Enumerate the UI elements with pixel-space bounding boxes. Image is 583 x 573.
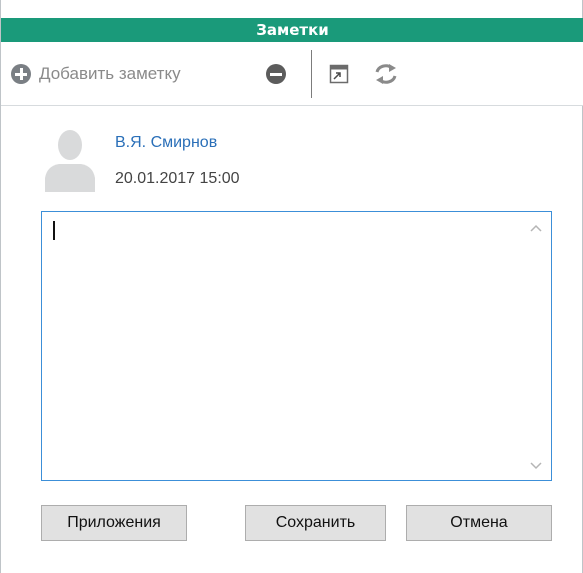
author-name-link[interactable]: В.Я. Смирнов — [115, 134, 217, 152]
text-caret — [53, 221, 55, 240]
note-textarea[interactable] — [42, 212, 520, 480]
remove-note-button[interactable] — [266, 64, 286, 88]
expand-window-icon — [329, 64, 349, 84]
refresh-button[interactable] — [373, 62, 399, 90]
save-button[interactable]: Сохранить — [245, 505, 386, 541]
chevron-down-icon[interactable] — [529, 458, 543, 472]
avatar — [45, 130, 95, 192]
note-editor — [41, 211, 552, 481]
toolbar-divider — [311, 50, 312, 98]
chevron-up-icon[interactable] — [529, 222, 543, 236]
toolbar: Добавить заметку — [1, 42, 583, 106]
vertical-scrollbar[interactable] — [521, 212, 551, 480]
plus-circle-icon — [11, 64, 31, 84]
cancel-button[interactable]: Отмена — [406, 505, 552, 541]
add-note-button[interactable]: Добавить заметку — [11, 60, 181, 88]
add-note-label: Добавить заметку — [39, 64, 181, 83]
refresh-icon — [375, 64, 397, 84]
attachments-button[interactable]: Приложения — [41, 505, 187, 541]
window-title: Заметки — [1, 18, 583, 42]
note-timestamp: 20.01.2017 15:00 — [115, 170, 240, 187]
minus-circle-icon — [266, 64, 286, 84]
open-in-window-button[interactable] — [329, 64, 349, 88]
notes-window: Заметки Добавить заметку В.Я. Смирнов 20… — [0, 0, 583, 573]
